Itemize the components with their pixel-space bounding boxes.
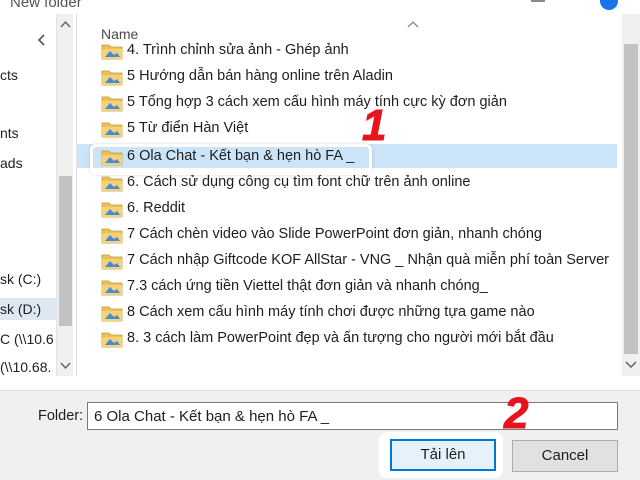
- folder-icon: [101, 202, 123, 218]
- list-item[interactable]: 7 Cách nhập Giftcode KOF AllStar - VNG _…: [77, 248, 617, 272]
- nav-scrollbar[interactable]: [56, 14, 73, 376]
- folder-label: Folder:: [38, 408, 84, 424]
- scroll-down-icon[interactable]: [60, 362, 71, 370]
- list-item-label: 8. 3 cách làm PowerPoint đẹp và ấn tượng…: [127, 330, 554, 346]
- window-title: New folder: [10, 0, 82, 11]
- folder-icon: [101, 228, 123, 244]
- nav-item-documents2[interactable]: nts: [0, 122, 56, 144]
- folder-icon: [101, 96, 123, 112]
- list-item[interactable]: 8. 3 cách làm PowerPoint đẹp và ấn tượng…: [77, 326, 617, 350]
- nav-item-downloads[interactable]: ads: [0, 152, 56, 174]
- list-item[interactable]: 8 Cách xem cấu hình máy tính chơi được n…: [77, 300, 617, 324]
- nav-scroll-thumb[interactable]: [59, 176, 72, 326]
- folder-icon: [101, 70, 123, 86]
- folder-icon: [101, 122, 123, 138]
- view-options-icon[interactable]: [530, 0, 546, 8]
- selection-highlight-frame: [90, 144, 372, 175]
- list-item-label: 6. Cách sử dụng công cụ tìm font chữ trê…: [127, 174, 471, 190]
- step-2-marker: 2: [503, 389, 529, 438]
- navigation-pane: cts nts ads sk (C:) sk (D:) C (\\10.6 (\…: [0, 14, 73, 376]
- upload-button[interactable]: Tải lên: [390, 439, 496, 471]
- help-icon[interactable]: [600, 0, 618, 10]
- list-item-label: 5 Hướng dẫn bán hàng online trên Aladin: [127, 68, 393, 84]
- folder-icon: [101, 254, 123, 270]
- list-item[interactable]: 7.3 cách ứng tiền Viettel thật đơn giản …: [77, 274, 617, 298]
- list-item[interactable]: 4. Trình chỉnh sửa ảnh - Ghép ảnh: [77, 38, 617, 62]
- list-item-label: 5 Từ điển Hàn Việt: [127, 120, 249, 136]
- list-item[interactable]: 5 Tổng hợp 3 cách xem cấu hình máy tính …: [77, 90, 617, 114]
- list-scroll-thumb[interactable]: [624, 44, 638, 354]
- nav-item-network-1[interactable]: C (\\10.6: [0, 328, 56, 350]
- folder-icon: [101, 306, 123, 322]
- list-item-label: 8 Cách xem cấu hình máy tính chơi được n…: [127, 304, 535, 320]
- list-item-label: 7 Cách chèn video vào Slide PowerPoint đ…: [127, 226, 542, 242]
- list-scrollbar[interactable]: [622, 14, 640, 376]
- folder-icon: [101, 280, 123, 296]
- title-bar: New folder: [0, 0, 640, 14]
- folder-icon: [101, 176, 123, 192]
- scroll-down-icon[interactable]: [625, 361, 637, 369]
- nav-item-documents[interactable]: cts: [0, 64, 56, 86]
- folder-list: Name 4. Trình chỉnh sửa ảnh - Ghép ảnh 5 …: [76, 14, 640, 376]
- list-item-label: 6. Reddit: [127, 200, 186, 216]
- nav-item-network-2[interactable]: (\\10.68.: [0, 356, 56, 376]
- list-item-label: 7.3 cách ứng tiền Viettel thật đơn giản …: [127, 278, 488, 294]
- list-item[interactable]: 5 Hướng dẫn bán hàng online trên Aladin: [77, 64, 617, 88]
- step-1-marker: 1: [361, 101, 387, 150]
- nav-item-disk-d[interactable]: sk (D:): [0, 298, 56, 320]
- sort-ascending-icon: [407, 21, 419, 28]
- list-item[interactable]: 5 Từ điển Hàn Việt: [77, 116, 617, 140]
- folder-icon: [101, 44, 123, 60]
- folder-icon: [101, 332, 123, 348]
- list-item[interactable]: 7 Cách chèn video vào Slide PowerPoint đ…: [77, 222, 617, 246]
- cancel-button[interactable]: Cancel: [512, 440, 618, 472]
- folder-input[interactable]: [87, 402, 618, 430]
- nav-item-disk-c[interactable]: sk (C:): [0, 268, 56, 290]
- list-item-label: 5 Tổng hợp 3 cách xem cấu hình máy tính …: [127, 94, 507, 110]
- list-item[interactable]: 6. Reddit: [77, 196, 617, 220]
- list-item-label: 4. Trình chỉnh sửa ảnh - Ghép ảnh: [127, 42, 349, 58]
- scroll-up-icon[interactable]: [60, 20, 71, 28]
- chevron-left-icon[interactable]: [36, 34, 48, 46]
- list-item-label: 7 Cách nhập Giftcode KOF AllStar - VNG _…: [127, 252, 609, 268]
